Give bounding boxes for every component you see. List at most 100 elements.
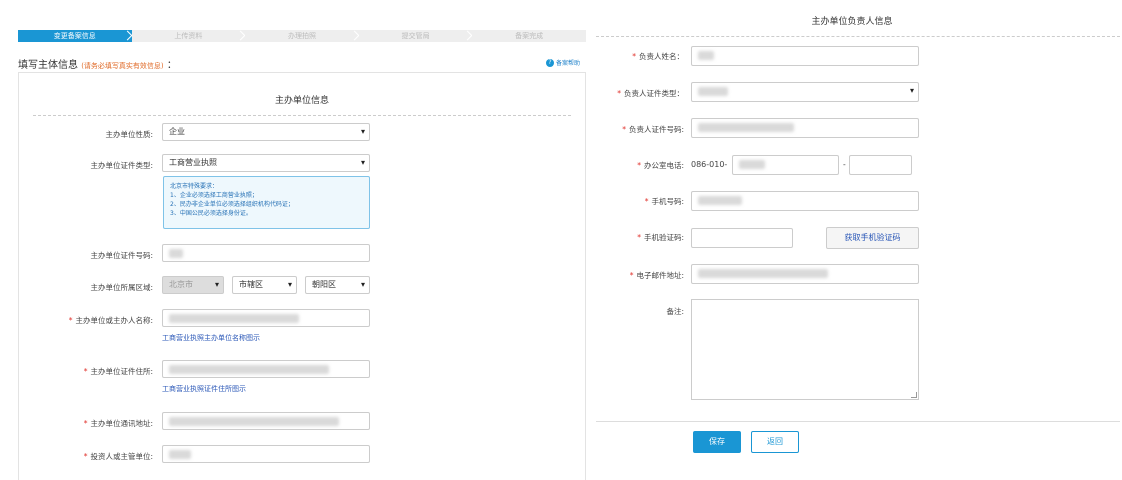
remark-textarea[interactable] [691, 299, 919, 400]
step-change-info: 变更备案信息 [18, 30, 132, 42]
email-label: * 电子邮件地址: [630, 270, 684, 281]
host-name-label: * 主办单位或主办人名称: [69, 315, 153, 326]
nature-label: 主办单位性质: [105, 130, 153, 139]
step-label: 备案完成 [515, 32, 544, 40]
cert-type-select[interactable]: 工商营业执照 [162, 154, 370, 172]
cert-type-value: 工商营业执照 [169, 158, 217, 167]
cert-address-input[interactable] [162, 360, 370, 378]
email-label-text: 电子邮件地址: [636, 271, 684, 280]
email-input[interactable] [691, 264, 919, 284]
investor-label-text: 投资人或主管单位: [90, 452, 153, 461]
remark-label: 备注: [666, 307, 684, 316]
get-sms-code-button[interactable]: 获取手机验证码 [826, 227, 919, 249]
back-button[interactable]: 返回 [751, 431, 799, 453]
office-phone-ext-input[interactable] [849, 155, 912, 175]
fill-hint: (请务必填写真实有效信息) [81, 62, 164, 70]
required-mark: * [83, 452, 88, 461]
phone-prefix: 086-010- [691, 160, 728, 169]
help-link[interactable]: ? 备案帮助 [546, 58, 580, 67]
investor-label: * 投资人或主管单位: [84, 451, 153, 462]
principal-cert-no-label: * 负责人证件号码: [622, 124, 684, 135]
required-mark: * [617, 89, 621, 98]
cert-address-label: * 主办单位证件住所: [84, 366, 153, 377]
district-value: 朝阳区 [312, 280, 336, 289]
subject-info-panel: 变更备案信息 上传资料 办理拍照 提交管局 备案完成 填写主体信息 (请务必填写… [0, 0, 590, 480]
investor-input[interactable] [162, 445, 370, 463]
office-phone-label: * 办公室电话: [637, 160, 684, 171]
required-mark: * [637, 161, 641, 170]
host-name-input[interactable] [162, 309, 370, 327]
principal-name-label-text: 负责人姓名： [639, 52, 684, 61]
cert-address-example-link[interactable]: 工商营业执照证件住所图示 [162, 384, 246, 394]
step-done: 备案完成 [472, 30, 586, 42]
step-photo: 办理拍照 [245, 30, 359, 42]
province-value: 北京市 [169, 280, 193, 289]
cert-no-input[interactable] [162, 244, 370, 262]
notice-line: 2、民办非企业单位必须选择组织机构代码证； [170, 201, 294, 208]
principal-name-label: * 负责人姓名： [632, 51, 684, 62]
step-submit: 提交管局 [358, 30, 473, 42]
notice-line: 北京市特殊要求： [170, 183, 219, 190]
mail-address-input[interactable] [162, 412, 370, 430]
principal-section-title: 主办单位负责人信息 [811, 17, 893, 27]
mobile-label-text: 手机号码: [651, 197, 684, 206]
save-button[interactable]: 保存 [693, 431, 741, 453]
host-name-example-link[interactable]: 工商营业执照主办单位名称图示 [162, 333, 260, 343]
region-label: 主办单位所属区域: [90, 283, 153, 292]
host-name-label-text: 主办单位或主办人名称: [75, 316, 153, 325]
required-mark: * [632, 52, 636, 61]
footer-divider [596, 421, 1120, 422]
district-select[interactable]: 朝阳区 [305, 276, 370, 294]
required-mark: * [83, 419, 88, 428]
province-select[interactable]: 北京市 [162, 276, 224, 294]
step-label: 提交管局 [401, 32, 430, 40]
step-label: 变更备案信息 [53, 32, 96, 40]
notice-line: 1、企业必须选择工商营业执照； [170, 192, 258, 199]
fill-colon: ： [166, 60, 177, 71]
help-label: 备案帮助 [556, 60, 581, 67]
notice-line: 3、中国公民必须选择身份证。 [170, 210, 252, 217]
principal-info-panel: 主办单位负责人信息 *负责人姓名： *负责人证件类型： *负责人证件号码: *办… [596, 0, 1122, 480]
mobile-label: * 手机号码: [645, 196, 684, 207]
principal-name-input[interactable] [691, 46, 919, 66]
required-mark: * [629, 271, 634, 280]
city-select[interactable]: 市辖区 [232, 276, 297, 294]
required-mark: * [622, 125, 626, 134]
sms-code-label-text: 手机验证码: [643, 233, 684, 242]
step-upload: 上传资料 [131, 30, 246, 42]
cert-type-label: 主办单位证件类型: [90, 161, 153, 170]
principal-cert-type-select[interactable] [691, 82, 919, 102]
step-label: 上传资料 [174, 32, 203, 40]
step-label: 办理拍照 [287, 32, 316, 40]
fill-title-text: 填写主体信息 [18, 60, 78, 71]
beijing-requirements-notice: 北京市特殊要求： 1、企业必须选择工商营业执照； 2、民办非企业单位必须选择组织… [163, 176, 370, 229]
office-phone-label-text: 办公室电话: [643, 161, 684, 170]
required-mark: * [68, 316, 73, 325]
mobile-input[interactable] [691, 191, 919, 211]
principal-cert-no-label-text: 负责人证件号码: [628, 125, 684, 134]
nature-value: 企业 [169, 127, 185, 136]
required-mark: * [644, 197, 649, 206]
principal-cert-type-label: * 负责人证件类型： [617, 88, 684, 99]
cert-no-label: 主办单位证件号码: [90, 251, 153, 260]
section-title: 主办单位信息 [274, 96, 329, 106]
required-mark: * [637, 233, 641, 242]
subject-form: 主办单位信息 主办单位性质: 企业 主办单位证件类型: 工商营业执照 北京市特殊… [18, 72, 586, 480]
principal-cert-type-label-text: 负责人证件类型： [624, 89, 684, 98]
city-value: 市辖区 [239, 280, 263, 289]
sms-code-label: * 手机验证码: [637, 232, 684, 243]
mail-address-label-text: 主办单位通讯地址: [90, 419, 153, 428]
divider [33, 115, 571, 116]
progress-steps: 变更备案信息 上传资料 办理拍照 提交管局 备案完成 [18, 30, 586, 42]
phone-dash: - [843, 160, 846, 169]
cert-address-label-text: 主办单位证件住所: [90, 367, 153, 376]
fill-title: 填写主体信息 (请务必填写真实有效信息) ： [18, 56, 177, 71]
resize-handle[interactable] [911, 392, 917, 398]
divider [596, 36, 1120, 37]
principal-cert-no-input[interactable] [691, 118, 919, 138]
sms-code-input[interactable] [691, 228, 793, 248]
nature-select[interactable]: 企业 [162, 123, 370, 141]
mail-address-label: * 主办单位通讯地址: [84, 418, 153, 429]
required-mark: * [83, 367, 88, 376]
office-phone-number-input[interactable] [732, 155, 839, 175]
